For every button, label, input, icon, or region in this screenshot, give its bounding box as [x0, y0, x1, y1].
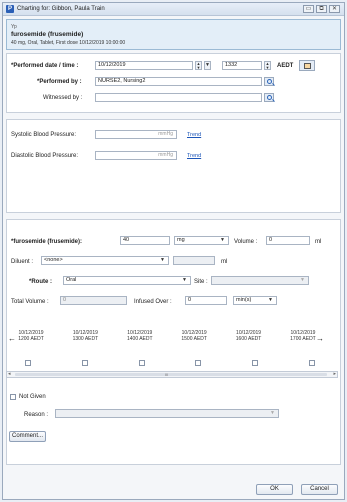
scroll-left-icon[interactable]: ◂	[8, 371, 11, 377]
schedule-time-column: 10/12/2019 1600 AEDT	[235, 330, 262, 342]
infused-over-unit-select[interactable]: min(s) ▼	[233, 296, 277, 305]
site-label: Site :	[194, 279, 208, 285]
charting-window: P Charting for: Gibbon, Paula Train ▭ ⧉ …	[2, 2, 345, 500]
schedule-time-column: 10/12/2019 1300 AEDT	[72, 330, 99, 342]
diluent-select[interactable]: <none> ▼	[41, 256, 169, 265]
chevron-down-icon: ▼	[268, 297, 273, 303]
schedule-times: 10/12/2019 1200 AEDT 10/12/2019 1300 AEDT …	[11, 330, 323, 354]
order-drug-name: furosemide (frusemide)	[11, 31, 84, 38]
cancel-button[interactable]: Cancel	[301, 484, 338, 495]
schedule-time-column: 10/12/2019 1200 AEDT	[18, 330, 44, 342]
not-given-checkbox[interactable]	[10, 394, 16, 400]
title-bar: P Charting for: Gibbon, Paula Train ▭ ⧉ …	[3, 3, 344, 16]
dose-unit-select[interactable]: mg ▼	[174, 236, 229, 245]
route-label: *Route :	[29, 279, 52, 285]
diastolic-input[interactable]: mmHg	[95, 151, 177, 160]
scroll-right-icon[interactable]: ▸	[333, 371, 336, 377]
schedule-checkbox[interactable]	[138, 360, 145, 366]
total-volume-input: 0	[60, 296, 127, 305]
infused-over-label: Infused Over :	[134, 299, 172, 305]
horizontal-scrollbar[interactable]: ◂ III ▸	[6, 371, 338, 378]
vitals-panel: Systolic Blood Pressure: mmHg Trend Dias…	[6, 119, 341, 213]
scrollbar-thumb[interactable]	[15, 373, 327, 376]
performed-panel: *Performed date / time : 10/12/2019 ▲ ▼ ▼…	[6, 53, 341, 113]
performed-time-input[interactable]: 1332	[222, 61, 262, 70]
chevron-down-icon: ▼	[160, 257, 165, 263]
volume-unit: ml	[315, 239, 322, 245]
systolic-unit: mmHg	[158, 131, 173, 137]
date-dropdown-icon[interactable]: ▼	[204, 61, 211, 70]
infused-over-input[interactable]: 0	[185, 296, 227, 305]
maximize-icon[interactable]: ⧉	[316, 5, 327, 13]
order-type: Yp	[11, 24, 17, 30]
ok-button[interactable]: OK	[256, 484, 293, 495]
performed-by-input[interactable]: NURSE2, Nursing2	[95, 77, 262, 86]
total-volume-label: Total Volume :	[11, 299, 49, 305]
timezone-label: AEDT	[277, 63, 294, 69]
diluent-unit: ml	[221, 259, 228, 265]
schedule-checkbox[interactable]	[252, 360, 259, 366]
comment-button[interactable]: Comment...	[9, 431, 46, 442]
performed-date-label: *Performed date / time :	[11, 63, 79, 69]
volume-label: Volume :	[234, 239, 258, 245]
performed-by-label: *Performed by :	[37, 79, 82, 85]
dose-input[interactable]: 40	[120, 236, 170, 245]
reason-select: ▼	[55, 409, 279, 418]
search-icon[interactable]	[264, 93, 274, 102]
witnessed-by-label: Witnessed by :	[43, 95, 83, 101]
schedule-time-column: 10/12/2019 1400 AEDT	[126, 330, 153, 342]
route-select[interactable]: Oral ▼	[63, 276, 191, 285]
scrollbar-grip: III	[165, 372, 169, 377]
diastolic-trend-link[interactable]: Trend	[187, 153, 201, 159]
schedule-checkbox[interactable]	[25, 360, 31, 366]
witnessed-by-input[interactable]	[95, 93, 262, 102]
chevron-down-icon: ▼	[220, 237, 225, 243]
minimize-icon[interactable]: ▭	[303, 5, 314, 13]
performed-date-input[interactable]: 10/12/2019	[95, 61, 193, 70]
systolic-trend-link[interactable]: Trend	[187, 132, 201, 138]
date-spin-buttons[interactable]: ▲ ▼	[195, 61, 202, 70]
schedule-time-column: 10/12/2019 1500 AEDT	[181, 330, 207, 342]
scroll-right-arrow-icon[interactable]: →	[316, 331, 324, 347]
time-spin-buttons[interactable]: ▲ ▼	[264, 61, 271, 70]
chevron-down-icon: ▼	[270, 410, 275, 416]
reason-label: Reason :	[24, 412, 49, 418]
site-select: ▼	[211, 276, 309, 285]
diastolic-unit: mmHg	[158, 152, 173, 158]
not-given-label: Not Given	[19, 394, 46, 400]
schedule-checkbox[interactable]	[195, 360, 202, 366]
diluent-label: Diluent :	[11, 259, 34, 265]
schedule-checkboxes	[25, 360, 315, 368]
schedule-checkbox[interactable]	[81, 360, 88, 366]
search-icon[interactable]	[264, 77, 274, 86]
chevron-down-icon: ▼	[182, 277, 187, 283]
chevron-down-icon: ▼	[300, 277, 305, 283]
volume-input[interactable]: 0	[266, 236, 310, 245]
dose-label: *furosemide (frusemide):	[11, 239, 83, 245]
diastolic-label: Diastolic Blood Pressure:	[11, 153, 79, 159]
systolic-label: Systolic Blood Pressure:	[11, 132, 77, 138]
schedule-checkbox[interactable]	[308, 360, 315, 366]
systolic-input[interactable]: mmHg	[95, 130, 177, 139]
app-icon: P	[6, 5, 14, 13]
calendar-person-icon[interactable]	[299, 60, 315, 71]
window-title: Charting for: Gibbon, Paula Train	[17, 6, 105, 12]
window-controls: ▭ ⧉ ✕	[303, 5, 340, 13]
order-details: 40 mg, Oral, Tablet, First dose 10/12/20…	[11, 40, 126, 46]
diluent-volume-input	[173, 256, 215, 265]
close-icon[interactable]: ✕	[329, 5, 340, 13]
order-banner: Yp furosemide (frusemide) 40 mg, Oral, T…	[6, 19, 341, 50]
